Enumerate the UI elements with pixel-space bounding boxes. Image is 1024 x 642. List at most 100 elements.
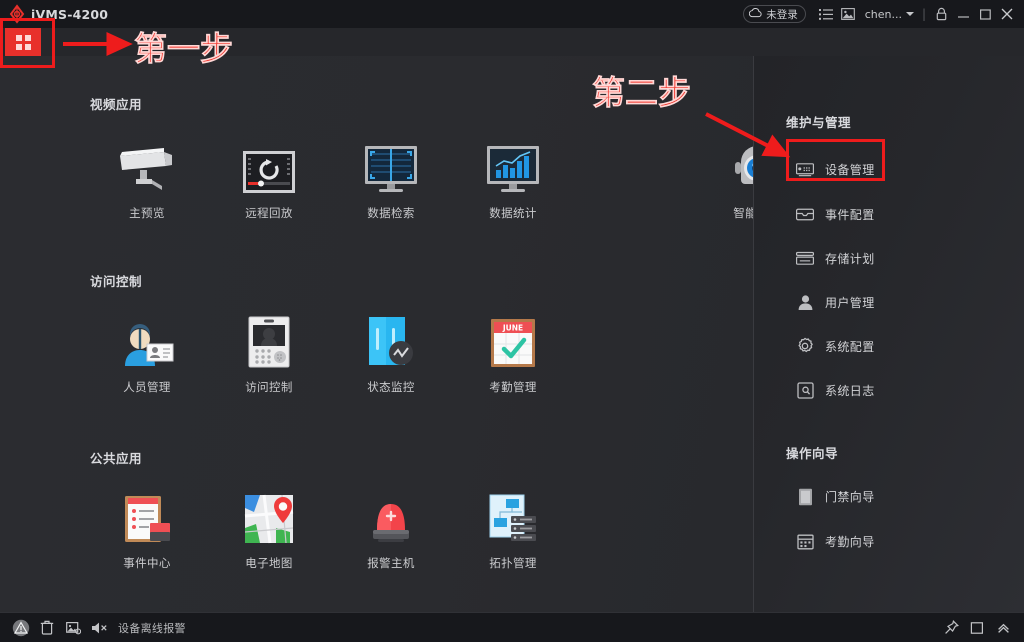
grid-menu-icon[interactable]: [5, 28, 41, 56]
attendance-wizard-icon: [796, 533, 814, 551]
chevron-down-icon: [905, 12, 914, 16]
app-label: 状态监控: [367, 380, 415, 394]
playback-monitor-icon: [242, 138, 296, 194]
wizard-items: 门禁向导 考勤向导: [754, 474, 1024, 564]
app-label: 电子地图: [245, 556, 293, 570]
app-label: 数据统计: [489, 206, 537, 220]
section-items-access: 人员管理 访问控制 状态监控 JUNE 考勤管理: [86, 312, 574, 395]
event-config-icon: [796, 205, 814, 223]
app-item-event-center[interactable]: 事件中心: [86, 488, 208, 571]
maintenance-item-event-config[interactable]: 事件配置: [754, 192, 1024, 236]
cloud-login-button[interactable]: 未登录: [743, 5, 806, 23]
panel-icon[interactable]: [964, 613, 990, 642]
app-title: iVMS-4200: [31, 6, 109, 22]
wizard-item-label: 考勤向导: [825, 535, 875, 549]
status-bar: 设备离线报警: [0, 612, 1024, 642]
door-wizard-icon: [796, 488, 814, 506]
maintenance-item-label: 系统日志: [825, 383, 875, 398]
app-item-access-control[interactable]: 访问控制: [208, 312, 330, 395]
app-item-status-monitor[interactable]: 状态监控: [330, 312, 452, 395]
section-title-access: 访问控制: [90, 274, 143, 289]
calendar-check-icon: JUNE: [490, 312, 536, 368]
chevron-up-icon[interactable]: [990, 613, 1016, 642]
titlebar-separator: |: [921, 7, 926, 21]
app-label: 考勤管理: [489, 380, 537, 394]
maintenance-item-label: 事件配置: [825, 207, 875, 222]
main-content: 视频应用 主预览 远程回放 数据检索 数据统计 访问控制 人员管理 访问控制 状…: [0, 56, 1024, 612]
svg-text:JUNE: JUNE: [502, 324, 523, 333]
picture-icon[interactable]: [60, 613, 86, 642]
device-box-icon: [796, 160, 814, 178]
cloud-status-label: 未登录: [766, 8, 798, 21]
section-title-video: 视频应用: [90, 97, 143, 112]
list-icon[interactable]: [815, 0, 837, 28]
map-pin-icon: [244, 488, 294, 544]
wizard-item-label: 门禁向导: [825, 490, 875, 504]
maximize-icon[interactable]: [974, 0, 996, 28]
pin-icon[interactable]: [938, 613, 964, 642]
log-icon: [796, 381, 814, 399]
status-bar-right-controls: [938, 613, 1024, 642]
app-label: 远程回放: [245, 206, 293, 220]
close-icon[interactable]: [996, 0, 1018, 28]
app-label: 数据检索: [367, 206, 415, 220]
speaker-mute-icon[interactable]: [86, 613, 112, 642]
status-message: 设备离线报警: [118, 621, 186, 635]
maintenance-pane: 维护与管理 设备管理 事件配置 存储计划 用户管理 系统配置 系统日志 操作向导…: [754, 56, 1024, 612]
user-menu-button[interactable]: chen...: [865, 8, 914, 21]
wizard-title: 操作向导: [786, 446, 839, 461]
app-label: 人员管理: [123, 380, 171, 394]
app-item-data-retrieval[interactable]: 数据检索: [330, 138, 452, 221]
trash-icon[interactable]: [34, 613, 60, 642]
app-item-data-statistics[interactable]: 数据统计: [452, 138, 574, 221]
app-item-topology-management[interactable]: 拓扑管理: [452, 488, 574, 571]
alarm-siren-icon: [368, 488, 414, 544]
wizard-item-access-control[interactable]: 门禁向导: [754, 474, 1024, 519]
wizard-item-attendance[interactable]: 考勤向导: [754, 519, 1024, 564]
app-label: 主预览: [129, 206, 165, 220]
maintenance-item-label: 设备管理: [825, 162, 875, 177]
chart-monitor-icon: [485, 138, 541, 194]
user-name-label: chen...: [864, 7, 902, 21]
hikvision-diamond-logo-icon: [4, 1, 30, 27]
app-launcher-pane: 视频应用 主预览 远程回放 数据检索 数据统计 访问控制 人员管理 访问控制 状…: [0, 56, 780, 612]
maintenance-item-label: 系统配置: [825, 339, 875, 354]
maintenance-item-device-management[interactable]: 设备管理: [754, 146, 1024, 192]
event-clipboard-icon: [123, 488, 171, 544]
cloud-icon: [749, 7, 762, 21]
title-bar: iVMS-4200 未登录 chen... |: [0, 0, 1024, 28]
maintenance-item-label: 用户管理: [825, 295, 875, 310]
ivms-4200-window: iVMS-4200 未登录 chen... | 视频应用 主预览 远程回放 数据…: [0, 0, 1024, 642]
app-item-attendance-management[interactable]: JUNE 考勤管理: [452, 312, 574, 395]
maintenance-item-storage-plan[interactable]: 存储计划: [754, 236, 1024, 280]
maintenance-item-system-config[interactable]: 系统配置: [754, 324, 1024, 368]
picture-icon[interactable]: [837, 0, 859, 28]
app-label: 访问控制: [245, 380, 293, 394]
app-item-remote-playback[interactable]: 远程回放: [208, 138, 330, 221]
search-monitor-icon: [363, 138, 419, 194]
maintenance-title: 维护与管理: [786, 115, 852, 130]
app-label: 事件中心: [123, 556, 171, 570]
access-terminal-icon: [247, 312, 291, 368]
maintenance-item-user-management[interactable]: 用户管理: [754, 280, 1024, 324]
app-label: 拓扑管理: [489, 556, 537, 570]
section-items-video: 主预览 远程回放 数据检索 数据统计: [86, 138, 818, 221]
app-item-main-view[interactable]: 主预览: [86, 138, 208, 221]
person-card-icon: [119, 312, 175, 368]
app-item-electronic-map[interactable]: 电子地图: [208, 488, 330, 571]
maintenance-item-system-log[interactable]: 系统日志: [754, 368, 1024, 412]
app-label: 报警主机: [367, 556, 415, 570]
title-bar-controls: 未登录 chen... |: [743, 0, 1024, 28]
app-item-alarm-host[interactable]: 报警主机: [330, 488, 452, 571]
grid-menu-glyph: [15, 34, 31, 50]
section-items-common: 事件中心 电子地图 报警主机 拓扑管理: [86, 488, 574, 571]
lock-icon[interactable]: [930, 0, 952, 28]
minimize-icon[interactable]: [952, 0, 974, 28]
maintenance-items: 设备管理 事件配置 存储计划 用户管理 系统配置 系统日志: [754, 146, 1024, 412]
user-icon: [796, 293, 814, 311]
section-title-common: 公共应用: [90, 451, 143, 466]
warning-triangle-icon[interactable]: [8, 613, 34, 642]
app-item-person-management[interactable]: 人员管理: [86, 312, 208, 395]
camera-icon: [114, 138, 180, 194]
door-monitor-icon: [365, 312, 417, 368]
